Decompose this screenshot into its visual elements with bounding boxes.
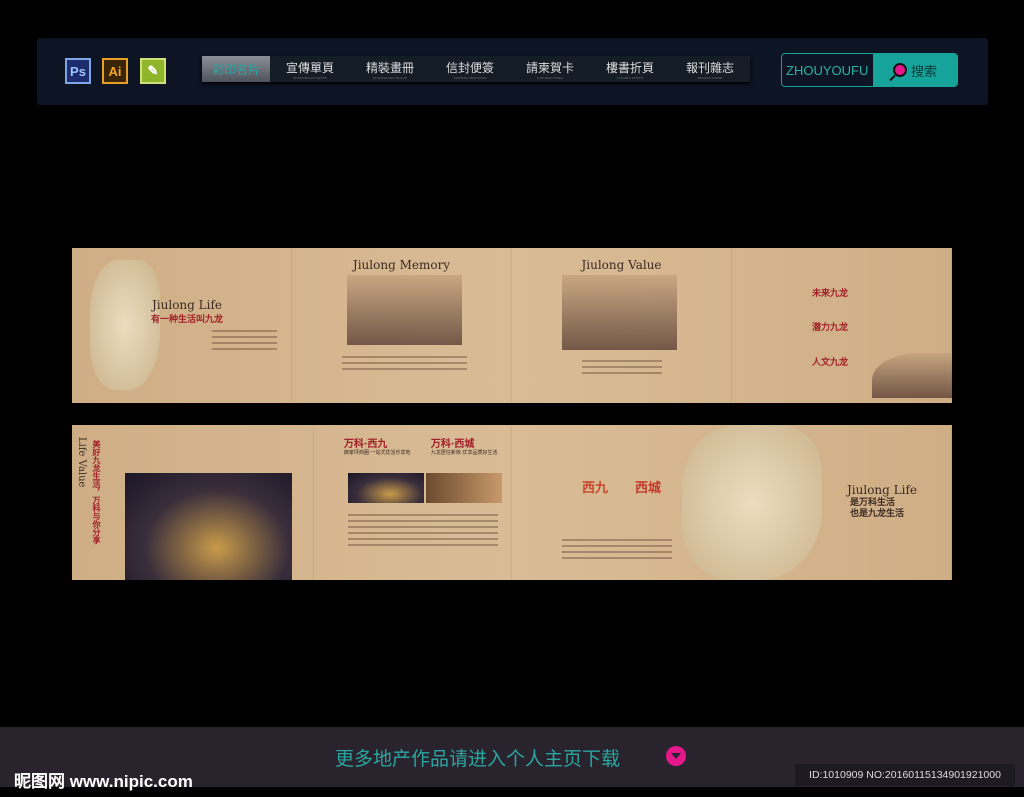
body-text <box>342 352 467 374</box>
nav-item-brochures[interactable]: 樓書折頁 LOUSHU ZHEYE <box>590 56 670 82</box>
site-logo: 昵图网 www.nipic.com <box>14 772 193 791</box>
dining-photo <box>425 473 502 503</box>
feature-label: 未来九龙 <box>812 289 849 299</box>
slogan: 美好九龙生活，万科与你分享 <box>92 440 102 544</box>
life-subtitle: 有一种生活叫九龙 <box>150 315 223 325</box>
nav-label: 請柬賀卡 <box>525 60 574 75</box>
nav-item-envelopes[interactable]: 信封便簽 XINFENG BIANQIAN <box>430 56 510 82</box>
life-title: Jiulong Life <box>151 298 222 312</box>
nav-label: 宣傳單頁 <box>285 60 334 75</box>
arrow-down-icon[interactable] <box>666 746 686 766</box>
nav-sub: LOUSHU ZHEYE <box>616 75 644 80</box>
nav-sub: JINGZHUANG HUACE <box>372 75 408 80</box>
aerial-night-photo <box>125 473 292 580</box>
closing-line2: 也是九龙生活 <box>850 509 905 519</box>
brochure-outer-side: Jiulong Life 有一种生活叫九龙 Jiulong Memory Jiu… <box>72 248 952 403</box>
project2-subtitle: 九龙居住新核·优享品质好生活 <box>430 450 498 456</box>
nav-sub: XINFENG BIANQIAN <box>453 75 487 80</box>
body-text <box>347 510 498 550</box>
panel-projects: 万科·西九 御家坪商圈·一站式优活乐享地 万科·西城 九龙居住新核·优享品质好生… <box>314 425 512 580</box>
illustrator-icon[interactable]: Ai <box>102 58 128 84</box>
nav-item-magazines[interactable]: 報刊雜志 BAOKAN ZAZHI <box>670 56 750 82</box>
panel-closing: Jiulong Life 是万科生活 也是九龙生活 <box>682 425 952 580</box>
xijiu-logo: 西九 <box>582 481 609 496</box>
footer-bar: 更多地产作品请进入个人主页下载 昵图网 www.nipic.com ID:101… <box>0 727 1024 791</box>
nav-label: 彩印名片 <box>211 62 260 77</box>
xicheng-logo: 西城 <box>635 481 662 496</box>
search-button[interactable]: 搜索 <box>873 54 957 86</box>
nav-sub: QINGJIAN HEKA <box>537 75 563 80</box>
project1-title: 万科·西九 <box>343 439 388 450</box>
feature-label: 潜力九龙 <box>812 323 849 333</box>
search-icon <box>892 63 907 77</box>
more-works-link[interactable]: 更多地产作品请进入个人主页下载 <box>335 744 620 771</box>
panel-memory: Jiulong Memory <box>292 248 512 403</box>
body-text <box>562 535 672 563</box>
body-text <box>212 326 277 354</box>
panel-value: Jiulong Value <box>512 248 732 403</box>
nav-label: 信封便簽 <box>445 60 494 75</box>
image-id: ID:1010909 NO:20160115134901921000 <box>795 764 1015 786</box>
city-photo <box>347 473 424 503</box>
nav-sub: XUANCHUAN DANYE <box>293 75 327 80</box>
nav-sub: BAOKAN ZAZHI <box>697 75 723 80</box>
nav-label: 樓書折頁 <box>605 60 654 75</box>
top-toolbar: Ps Ai ✎ 彩印名片 宣傳單頁 XUANCHUAN DANYE 精裝畫冊 JIN… <box>37 38 988 105</box>
panel-map: Jiulong Life 有一种生活叫九龙 <box>72 248 292 403</box>
factory-sketch <box>347 275 462 345</box>
panel-aerial: 美好九龙生活，万科与你分享 Life Value <box>72 425 314 580</box>
illustrated-map <box>682 425 822 580</box>
illustrated-map <box>90 260 160 390</box>
project1-subtitle: 御家坪商圈·一站式优活乐享地 <box>343 450 411 456</box>
nav-label: 報刊雜志 <box>685 60 734 75</box>
search-button-label: 搜索 <box>910 63 937 79</box>
value-title: Jiulong Value <box>581 258 662 272</box>
terrace-sketch <box>872 353 952 398</box>
coreldraw-icon[interactable]: ✎ <box>140 58 166 84</box>
nav-item-cards[interactable]: 請柬賀卡 QINGJIAN HEKA <box>510 56 590 82</box>
search-box: 搜索 <box>781 53 958 87</box>
nav-item-business-cards[interactable]: 彩印名片 <box>202 56 270 82</box>
photoshop-icon[interactable]: Ps <box>65 58 91 84</box>
brochure-inner-side: 美好九龙生活，万科与你分享 Life Value 万科·西九 御家坪商圈·一站式… <box>72 425 952 580</box>
body-text <box>582 356 662 378</box>
category-nav: 彩印名片 宣傳單頁 XUANCHUAN DANYE 精裝畫冊 JINGZHUANG … <box>202 56 750 82</box>
project2-title: 万科·西城 <box>430 439 475 450</box>
feature-label: 人文九龙 <box>812 358 849 368</box>
search-input[interactable] <box>782 54 873 86</box>
nav-item-albums[interactable]: 精裝畫冊 JINGZHUANG HUACE <box>350 56 430 82</box>
panel-features: 未来九龙 潜力九龙 人文九龙 <box>732 248 952 403</box>
vertical-title: Life Value <box>76 437 87 488</box>
nav-label: 精裝畫冊 <box>365 60 414 75</box>
nav-item-flyers[interactable]: 宣傳單頁 XUANCHUAN DANYE <box>270 56 350 82</box>
industrial-sketch <box>562 275 677 350</box>
memory-title: Jiulong Memory <box>352 258 451 272</box>
